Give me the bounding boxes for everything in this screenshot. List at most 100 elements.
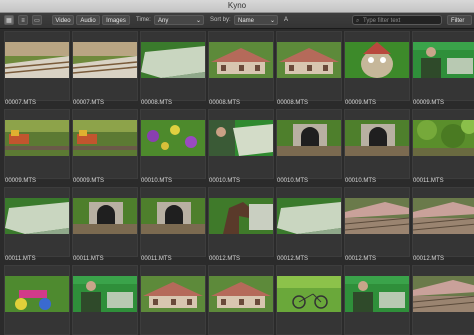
window-title: Kyno — [227, 1, 247, 10]
clip-tile[interactable]: 00012.MTS — [344, 187, 410, 262]
clip-tile[interactable]: 00008.MTS — [140, 31, 206, 106]
clip-filename: 00011.MTS — [73, 256, 104, 262]
clip-thumbnail[interactable] — [413, 120, 474, 156]
clip-tile[interactable]: 00010.MTS — [140, 109, 206, 184]
clip-tile[interactable]: 00009.MTS — [344, 31, 410, 106]
search-placeholder: Type filter text — [363, 18, 401, 24]
clip-tile[interactable]: 00009.MTS — [412, 31, 474, 106]
clip-thumbnail[interactable] — [209, 120, 273, 156]
clip-thumbnail[interactable] — [413, 198, 474, 234]
clip-filename: 00007.MTS — [5, 100, 37, 106]
clip-tile[interactable] — [344, 265, 410, 335]
clip-filename: 00009.MTS — [413, 100, 445, 106]
clip-tile[interactable]: 00007.MTS — [4, 31, 70, 106]
clip-thumbnail[interactable] — [345, 276, 409, 312]
clip-thumbnail[interactable] — [73, 276, 137, 312]
clip-thumbnail[interactable] — [277, 42, 341, 78]
clip-tile[interactable]: 00012.MTS — [276, 187, 342, 262]
clip-tile[interactable]: 00008.MTS — [276, 31, 342, 106]
clip-thumbnail[interactable] — [413, 42, 474, 78]
clip-thumbnail[interactable] — [277, 276, 341, 312]
clip-filename: 00012.MTS — [345, 256, 377, 262]
clip-tile[interactable] — [4, 265, 70, 335]
clip-filename: 00011.MTS — [5, 256, 36, 262]
clip-filename: 00012.MTS — [209, 256, 241, 262]
chevron-down-icon: ⌄ — [195, 18, 201, 24]
grid-view-button[interactable]: ▦ — [4, 15, 14, 25]
clip-thumbnail[interactable] — [345, 42, 409, 78]
clip-tile[interactable]: 00012.MTS — [412, 187, 474, 262]
time-value: Any — [158, 18, 169, 24]
clip-tile[interactable] — [140, 265, 206, 335]
single-view-button[interactable]: ▭ — [32, 15, 42, 25]
clip-tile[interactable] — [412, 265, 474, 335]
clip-tile[interactable]: 00011.MTS — [140, 187, 206, 262]
clip-thumbnail[interactable] — [5, 198, 69, 234]
clip-thumbnail[interactable] — [209, 198, 273, 234]
filter-images-button[interactable]: Images — [102, 15, 130, 25]
clip-thumbnail[interactable] — [209, 276, 273, 312]
clip-filename: 00009.MTS — [73, 178, 105, 184]
clip-filename: 00009.MTS — [345, 100, 377, 106]
clip-thumbnail[interactable] — [73, 198, 137, 234]
clip-filename: 00011.MTS — [141, 256, 172, 262]
list-view-button[interactable]: ≡ — [18, 15, 28, 25]
clip-thumbnail[interactable] — [141, 120, 205, 156]
list-view-icon: ≡ — [21, 18, 25, 24]
clip-thumbnail[interactable] — [5, 42, 69, 78]
clip-filename: 00012.MTS — [413, 256, 445, 262]
clip-filename: 00008.MTS — [209, 100, 241, 106]
clip-tile[interactable]: 00012.MTS — [208, 187, 274, 262]
clip-tile[interactable]: 00009.MTS — [4, 109, 70, 184]
filter-label: Filter — [451, 18, 465, 24]
time-label: Time: — [136, 17, 151, 23]
clip-filename: 00009.MTS — [5, 178, 37, 184]
clip-tile[interactable]: 00009.MTS — [72, 109, 138, 184]
search-input[interactable]: ⌕ Type filter text — [352, 15, 442, 25]
clip-thumbnail[interactable] — [73, 120, 137, 156]
grid-view-icon: ▦ — [6, 18, 12, 24]
clip-tile[interactable]: 00011.MTS — [72, 187, 138, 262]
clip-tile[interactable]: 00008.MTS — [208, 31, 274, 106]
sort-direction-toggle[interactable]: A — [284, 15, 288, 25]
clip-tile[interactable]: 00010.MTS — [208, 109, 274, 184]
clip-thumbnail[interactable] — [277, 120, 341, 156]
clip-thumbnail[interactable] — [5, 120, 69, 156]
clip-tile[interactable]: 00011.MTS — [4, 187, 70, 262]
filter-audio-button[interactable]: Audio — [76, 15, 100, 25]
clip-tile[interactable]: 00007.MTS — [72, 31, 138, 106]
clip-filename: 00010.MTS — [345, 178, 377, 184]
window-titlebar: Kyno — [0, 0, 474, 13]
sort-dropdown[interactable]: Name ⌄ — [234, 15, 278, 25]
filter-dropdown[interactable]: Filter — [447, 15, 472, 25]
clip-tile[interactable] — [276, 265, 342, 335]
clip-filename: 00008.MTS — [141, 100, 173, 106]
toolbar: ▦ ≡ ▭ Video Audio Images Time: Any ⌄ Sor… — [0, 13, 474, 29]
time-dropdown[interactable]: Any ⌄ — [154, 15, 204, 25]
clip-thumbnail[interactable] — [413, 276, 474, 312]
clip-thumbnail[interactable] — [141, 198, 205, 234]
clip-thumbnail[interactable] — [277, 198, 341, 234]
clip-tile[interactable] — [208, 265, 274, 335]
clip-thumbnail[interactable] — [209, 42, 273, 78]
chevron-down-icon: ⌄ — [269, 18, 275, 24]
clip-tile[interactable]: 00010.MTS — [276, 109, 342, 184]
clip-thumbnail[interactable] — [5, 276, 69, 312]
clip-thumbnail[interactable] — [345, 198, 409, 234]
clip-thumbnail[interactable] — [141, 276, 205, 312]
search-icon: ⌕ — [356, 18, 360, 24]
clip-tile[interactable]: 00010.MTS — [344, 109, 410, 184]
clip-filename: 00010.MTS — [141, 178, 173, 184]
clip-grid: 00007.MTS 00007.MTS 00008.MTS 00008.MTS 0000… — [0, 29, 474, 335]
clip-tile[interactable] — [72, 265, 138, 335]
clip-filename: 00007.MTS — [73, 100, 105, 106]
clip-filename: 00011.MTS — [413, 178, 444, 184]
clip-filename: 00008.MTS — [277, 100, 309, 106]
single-view-icon: ▭ — [34, 18, 40, 24]
filter-video-button[interactable]: Video — [52, 15, 74, 25]
clip-thumbnail[interactable] — [73, 42, 137, 78]
clip-thumbnail[interactable] — [345, 120, 409, 156]
clip-filename: 00012.MTS — [277, 256, 309, 262]
clip-thumbnail[interactable] — [141, 42, 205, 78]
clip-tile[interactable]: 00011.MTS — [412, 109, 474, 184]
